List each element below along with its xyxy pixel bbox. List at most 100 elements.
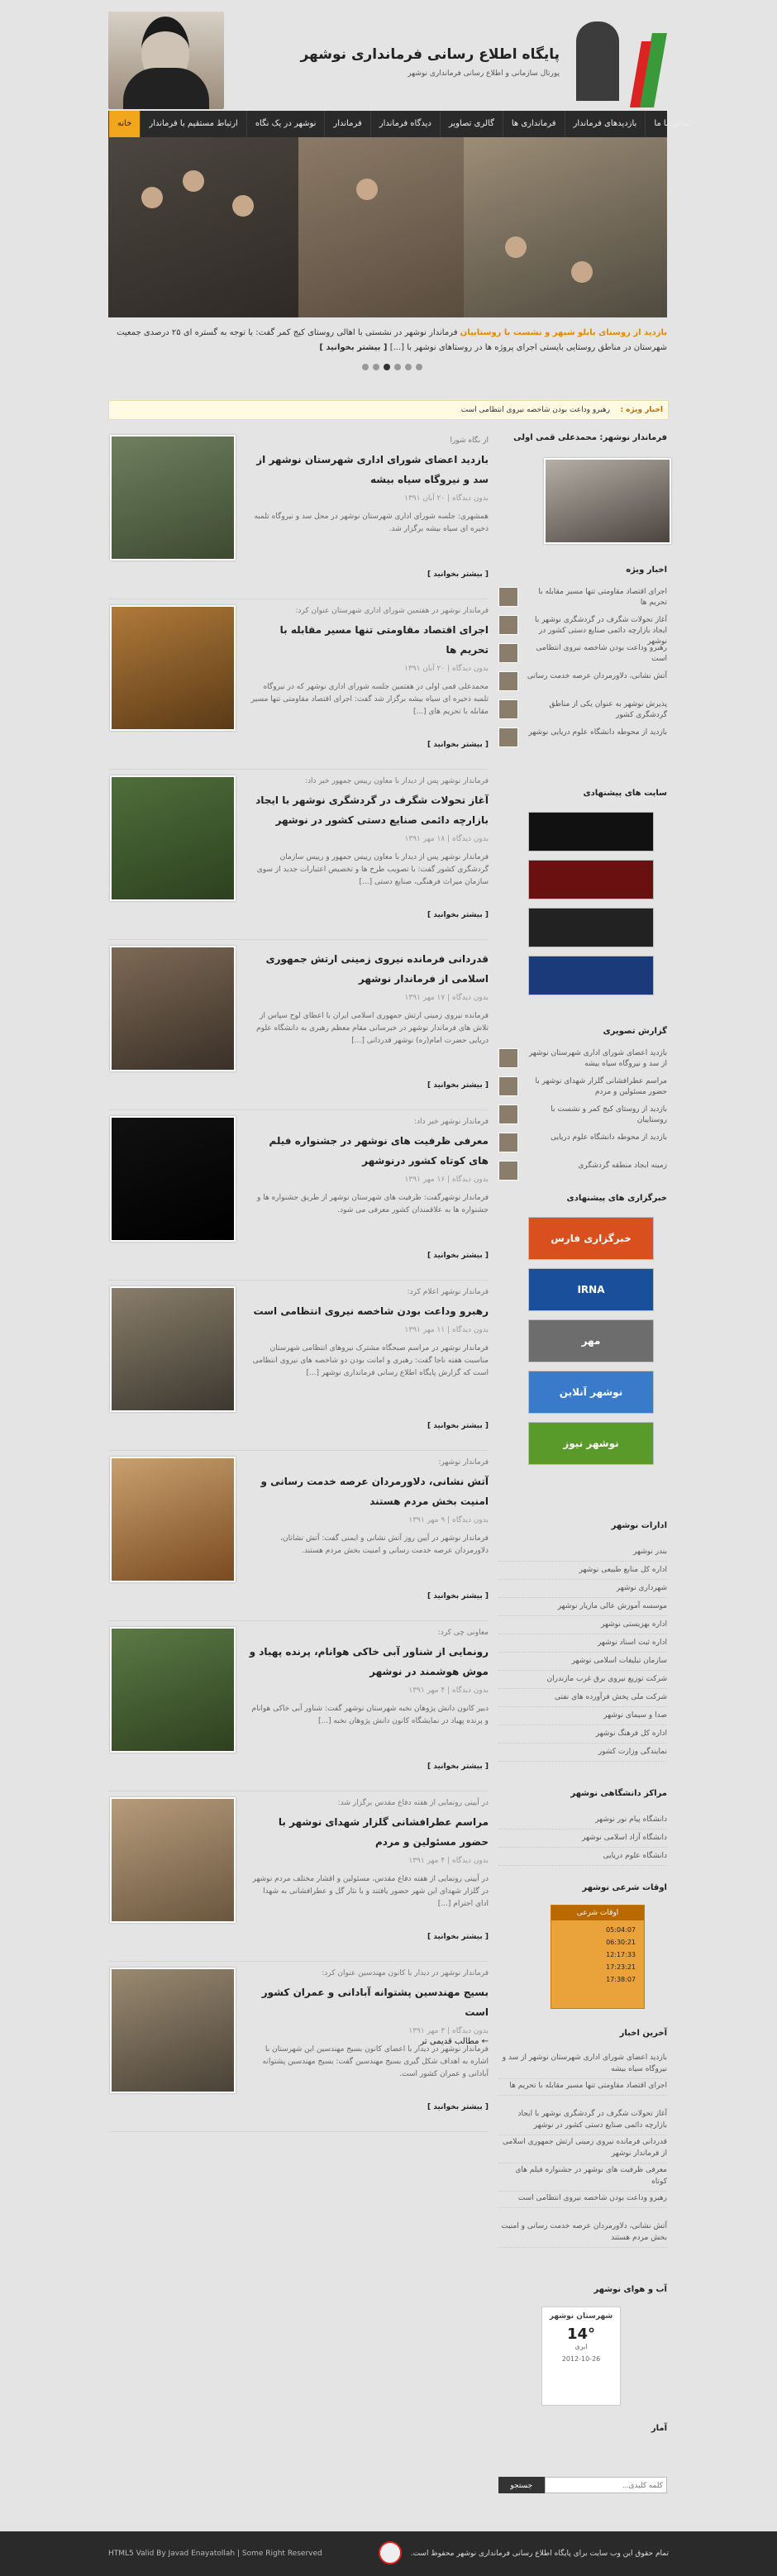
- post-thumbnail[interactable]: [110, 1797, 236, 1923]
- nav-item[interactable]: بازدیدهای فرماندار: [564, 111, 646, 137]
- department-link[interactable]: بندر نوشهر: [498, 1543, 667, 1562]
- department-link[interactable]: موسسه آموزش عالی مازیار نوشهر: [498, 1597, 667, 1616]
- department-link[interactable]: اداره بهزیستی نوشهر: [498, 1615, 667, 1634]
- slider-read-more[interactable]: [ بیشتر بخوانید ]: [319, 343, 387, 352]
- nav-item[interactable]: دیدگاه فرماندار: [369, 111, 440, 137]
- agency-banner[interactable]: IRNA: [528, 1268, 654, 1311]
- read-more-link[interactable]: [ بیشتر بخوانید ]: [427, 1422, 489, 1430]
- post-thumbnail[interactable]: [110, 775, 236, 901]
- news-link[interactable]: مراسم عطرافشانی گلزار شهدای نوشهر با حضو…: [523, 1076, 667, 1098]
- latest-news-link[interactable]: معرفی ظرفیت های نوشهر در جشنواره فیلم ها…: [498, 2164, 667, 2192]
- post-title[interactable]: آغاز تحولات شگرف در گردشگری نوشهر با ایج…: [249, 790, 489, 830]
- agency-banner[interactable]: خبرگزاری فارس: [528, 1217, 654, 1260]
- special-news-item[interactable]: اجرای اقتصاد مقاومتی تنها مسیر مقابله با…: [498, 587, 667, 608]
- department-link[interactable]: شرکت توزیع نیروی برق غرب مازندران: [498, 1670, 667, 1689]
- suggested-site-banner[interactable]: [528, 956, 654, 995]
- read-more-link[interactable]: [ بیشتر بخوانید ]: [427, 741, 489, 749]
- academic-link[interactable]: دانشگاه پیام نور نوشهر: [498, 1810, 667, 1829]
- post-title[interactable]: قدردانی فرمانده نیروی زمینی ارتش جمهوری …: [249, 949, 489, 989]
- read-more-link[interactable]: [ بیشتر بخوانید ]: [427, 1081, 489, 1090]
- post-thumbnail[interactable]: [110, 605, 236, 731]
- post-thumbnail[interactable]: [110, 1968, 236, 2093]
- department-link[interactable]: شهرداری نوشهر: [498, 1579, 667, 1598]
- news-link[interactable]: پذیرش نوشهر به عنوان یکی از مناطق گردشگر…: [523, 699, 667, 721]
- news-link[interactable]: آتش نشانی، دلاورمردان عرصه خدمت رسانی: [523, 671, 667, 682]
- agency-banner[interactable]: نوشهر نیوز: [528, 1422, 654, 1465]
- post-thumbnail[interactable]: [110, 1627, 236, 1753]
- governor-photo[interactable]: [544, 458, 671, 544]
- special-news-item[interactable]: پذیرش نوشهر به عنوان یکی از مناطق گردشگر…: [498, 699, 667, 721]
- news-link[interactable]: بازدید از محوطه دانشگاه علوم دریایی نوشه…: [523, 727, 667, 738]
- latest-news-link[interactable]: آتش نشانی، دلاورمردان عرصه خدمت رسانی و …: [498, 2221, 667, 2248]
- post-title[interactable]: اجرای اقتصاد مقاومتی تنها مسیر مقابله با…: [249, 620, 489, 660]
- latest-news-link[interactable]: بازدید اعضای شورای اداری شهرستان نوشهر ا…: [498, 2052, 667, 2079]
- department-link[interactable]: سازمان تبلیغات اسلامی نوشهر: [498, 1652, 667, 1671]
- slider-dot[interactable]: [373, 364, 379, 370]
- post-title[interactable]: معرفی ظرفیت های نوشهر در جشنواره فیلم ها…: [249, 1131, 489, 1171]
- suggested-site-banner[interactable]: [528, 908, 654, 947]
- ticker-text[interactable]: رهبرو وداعت بودن شاخصه نیروی انتظامی است: [461, 401, 610, 419]
- read-more-link[interactable]: [ بیشتر بخوانید ]: [427, 1252, 489, 1260]
- latest-news-link[interactable]: آغاز تحولات شگرف در گردشگری نوشهر با ایج…: [498, 2108, 667, 2135]
- agency-banner[interactable]: نوشهر آنلاین: [528, 1371, 654, 1414]
- nav-item[interactable]: فرماندار: [324, 111, 369, 137]
- post-title[interactable]: بسیج مهندسین پشتوانه آبادانی و عمران کشو…: [249, 1982, 489, 2022]
- nav-item[interactable]: فرمانداری ها: [502, 111, 565, 137]
- department-link[interactable]: صدا و سیمای نوشهر: [498, 1706, 667, 1725]
- special-news-item[interactable]: رهبرو وداعت بودن شاخصه نیروی انتظامی است: [498, 643, 667, 665]
- department-link[interactable]: نمایندگی وزارت کشور: [498, 1743, 667, 1762]
- news-link[interactable]: زمینه ایجاد منطقه گردشگری: [523, 1161, 667, 1171]
- read-more-link[interactable]: [ بیشتر بخوانید ]: [427, 2103, 489, 2111]
- post-thumbnail[interactable]: [110, 435, 236, 561]
- post-title[interactable]: رونمایی از شناور آبی خاکی هوانام، پرنده …: [249, 1642, 489, 1682]
- nav-item[interactable]: نوشهر در یک نگاه: [245, 111, 325, 137]
- news-link[interactable]: بازدید اعضای شورای اداری شهرستان نوشهر ا…: [523, 1048, 667, 1070]
- academic-link[interactable]: دانشگاه علوم دریایی: [498, 1847, 667, 1866]
- site-title[interactable]: پایگاه اطلاع رسانی فرمانداری نوشهر: [300, 46, 560, 63]
- photo-report-item[interactable]: بازدید از محوطه دانشگاه علوم دریایی: [498, 1133, 667, 1152]
- suggested-site-banner[interactable]: [528, 812, 654, 852]
- special-news-item[interactable]: آتش نشانی، دلاورمردان عرصه خدمت رسانی: [498, 671, 667, 691]
- latest-news-link[interactable]: قدردانی فرمانده نیروی زمینی ارتش جمهوری …: [498, 2136, 667, 2163]
- news-link[interactable]: بازدید از محوطه دانشگاه علوم دریایی: [523, 1133, 667, 1143]
- photo-report-item[interactable]: بازدید از روستای کیج کمر و نشست با روستا…: [498, 1104, 667, 1126]
- nav-item[interactable]: ارتباط مستقیم با فرماندار: [140, 111, 245, 137]
- department-link[interactable]: اداره کل فرهنگ نوشهر: [498, 1724, 667, 1744]
- news-link[interactable]: بازدید از روستای کیج کمر و نشست با روستا…: [523, 1104, 667, 1126]
- post-thumbnail[interactable]: [110, 1457, 236, 1582]
- nav-item[interactable]: تماس با ما: [645, 111, 698, 137]
- slider-dot[interactable]: [394, 364, 401, 370]
- photo-report-item[interactable]: زمینه ایجاد منطقه گردشگری: [498, 1161, 667, 1181]
- nav-item[interactable]: گالری تصاویر: [439, 111, 503, 137]
- hero-slider[interactable]: [108, 137, 667, 317]
- post-thumbnail[interactable]: [110, 946, 236, 1071]
- older-posts-link[interactable]: ← مطالب قدیمی تر: [108, 2037, 489, 2046]
- search-button[interactable]: جستجو: [498, 2477, 545, 2493]
- post-thumbnail[interactable]: [110, 1116, 236, 1242]
- read-more-link[interactable]: [ بیشتر بخوانید ]: [427, 911, 489, 919]
- photo-report-item[interactable]: بازدید اعضای شورای اداری شهرستان نوشهر ا…: [498, 1048, 667, 1070]
- search-input[interactable]: [544, 2477, 667, 2493]
- nav-item[interactable]: خانه: [108, 111, 141, 137]
- read-more-link[interactable]: [ بیشتر بخوانید ]: [427, 1592, 489, 1600]
- agency-banner[interactable]: مهر: [528, 1319, 654, 1362]
- post-title[interactable]: آتش نشانی، دلاورمردان عرصه خدمت رسانی و …: [249, 1472, 489, 1511]
- post-title[interactable]: رهبرو وداعت بودن شاخصه نیروی انتظامی است: [249, 1301, 489, 1321]
- department-link[interactable]: شرکت ملی پخش فرآورده های نفتی: [498, 1688, 667, 1707]
- read-more-link[interactable]: [ بیشتر بخوانید ]: [427, 1763, 489, 1771]
- slider-dot[interactable]: [405, 364, 412, 370]
- department-link[interactable]: اداره کل منابع طبیعی نوشهر: [498, 1561, 667, 1580]
- read-more-link[interactable]: [ بیشتر بخوانید ]: [427, 570, 489, 579]
- read-more-link[interactable]: [ بیشتر بخوانید ]: [427, 1933, 489, 1941]
- department-link[interactable]: اداره ثبت اسناد نوشهر: [498, 1634, 667, 1653]
- post-thumbnail[interactable]: [110, 1286, 236, 1412]
- suggested-site-banner[interactable]: [528, 860, 654, 899]
- slider-dot[interactable]: [362, 364, 369, 370]
- slider-dot[interactable]: [416, 364, 422, 370]
- post-title[interactable]: بازدید اعضای شورای اداری شهرستان نوشهر ا…: [249, 450, 489, 489]
- special-news-item[interactable]: بازدید از محوطه دانشگاه علوم دریایی نوشه…: [498, 727, 667, 747]
- news-link[interactable]: اجرای اقتصاد مقاومتی تنها مسیر مقابله با…: [523, 587, 667, 608]
- latest-news-link[interactable]: رهبرو وداعت بودن شاخصه نیروی انتظامی است: [498, 2192, 667, 2208]
- latest-news-link[interactable]: اجرای اقتصاد مقاومتی تنها مسیر مقابله با…: [498, 2080, 667, 2096]
- news-link[interactable]: رهبرو وداعت بودن شاخصه نیروی انتظامی است: [523, 643, 667, 665]
